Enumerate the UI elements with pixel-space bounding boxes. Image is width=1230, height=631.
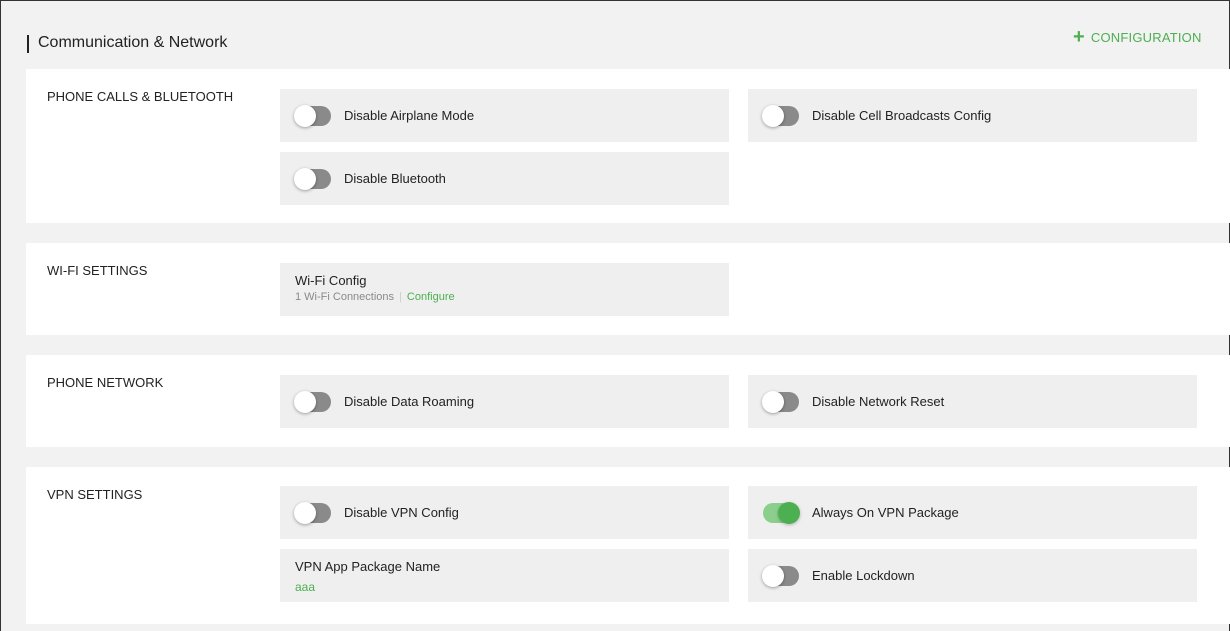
toggle-disable-cell-broadcasts-config[interactable] bbox=[762, 104, 799, 127]
section-phone-calls-bluetooth: PHONE CALLS & BLUETOOTH Disable Airplane… bbox=[26, 69, 1230, 223]
title-accent-bar bbox=[27, 35, 29, 53]
toggle-knob bbox=[294, 104, 316, 127]
section-title: WI-FI SETTINGS bbox=[47, 263, 148, 278]
configure-wifi-link[interactable]: Configure bbox=[407, 291, 455, 303]
setting-label: Always On VPN Package bbox=[812, 505, 959, 520]
section-title: PHONE CALLS & BLUETOOTH bbox=[47, 89, 234, 104]
setting-label: Disable Bluetooth bbox=[344, 171, 446, 186]
vpn-package-title: VPN App Package Name bbox=[295, 559, 441, 574]
setting-enable-lockdown: Enable Lockdown bbox=[748, 549, 1197, 602]
setting-label: Enable Lockdown bbox=[812, 568, 915, 583]
toggle-always-on-vpn-package[interactable] bbox=[763, 501, 800, 524]
toggle-knob bbox=[762, 564, 784, 587]
toggle-knob bbox=[294, 167, 316, 190]
toggle-knob bbox=[762, 104, 784, 127]
setting-label: Disable Cell Broadcasts Config bbox=[812, 108, 992, 123]
setting-disable-cell-broadcasts-config: Disable Cell Broadcasts Config bbox=[748, 89, 1197, 142]
section-title: PHONE NETWORK bbox=[47, 375, 164, 390]
vpn-app-package-field[interactable]: VPN App Package Name aaa bbox=[280, 549, 729, 602]
add-configuration-label: CONFIGURATION bbox=[1090, 29, 1202, 45]
wifi-connection-count: 1 Wi-Fi Connections bbox=[295, 291, 395, 303]
setting-label: Disable Airplane Mode bbox=[344, 108, 475, 123]
wifi-config-title: Wi-Fi Config bbox=[295, 273, 367, 288]
section-phone-network: PHONE NETWORK Disable Data Roaming Disab… bbox=[26, 355, 1230, 447]
vpn-package-value: aaa bbox=[295, 580, 316, 594]
plus-icon: + bbox=[1073, 26, 1085, 48]
toggle-disable-bluetooth[interactable] bbox=[294, 167, 331, 190]
panel-header: Communication & Network + CONFIGURATION bbox=[1, 1, 1229, 69]
toggle-enable-lockdown[interactable] bbox=[762, 564, 799, 587]
communication-network-panel: Communication & Network + CONFIGURATION … bbox=[0, 0, 1230, 631]
setting-label: Disable Data Roaming bbox=[344, 394, 475, 409]
wifi-config-card: Wi-Fi Config 1 Wi-Fi Connections | Confi… bbox=[280, 263, 729, 316]
toggle-knob bbox=[294, 501, 316, 524]
toggle-knob bbox=[294, 390, 316, 413]
add-configuration-button[interactable]: + CONFIGURATION bbox=[1073, 27, 1202, 47]
wifi-config-summary: 1 Wi-Fi Connections | Configure bbox=[295, 291, 455, 303]
toggle-disable-network-reset[interactable] bbox=[762, 390, 799, 413]
toggle-disable-data-roaming[interactable] bbox=[294, 390, 331, 413]
section-wifi-settings: WI-FI SETTINGS Wi-Fi Config 1 Wi-Fi Conn… bbox=[26, 243, 1230, 335]
toggle-disable-vpn-config[interactable] bbox=[294, 501, 331, 524]
toggle-disable-airplane-mode[interactable] bbox=[294, 104, 331, 127]
section-title: VPN SETTINGS bbox=[47, 487, 143, 502]
setting-label: Disable Network Reset bbox=[812, 394, 945, 409]
setting-label: Disable VPN Config bbox=[344, 505, 459, 520]
page-title: Communication & Network bbox=[38, 34, 228, 51]
section-vpn-settings: VPN SETTINGS Disable VPN Config Always O… bbox=[26, 467, 1230, 624]
toggle-knob bbox=[778, 501, 800, 524]
setting-disable-vpn-config: Disable VPN Config bbox=[280, 486, 729, 539]
setting-disable-bluetooth: Disable Bluetooth bbox=[280, 152, 729, 205]
setting-disable-network-reset: Disable Network Reset bbox=[748, 375, 1197, 428]
setting-always-on-vpn-package: Always On VPN Package bbox=[748, 486, 1197, 539]
setting-disable-airplane-mode: Disable Airplane Mode bbox=[280, 89, 729, 142]
toggle-knob bbox=[762, 390, 784, 413]
divider: | bbox=[399, 291, 402, 303]
setting-disable-data-roaming: Disable Data Roaming bbox=[280, 375, 729, 428]
